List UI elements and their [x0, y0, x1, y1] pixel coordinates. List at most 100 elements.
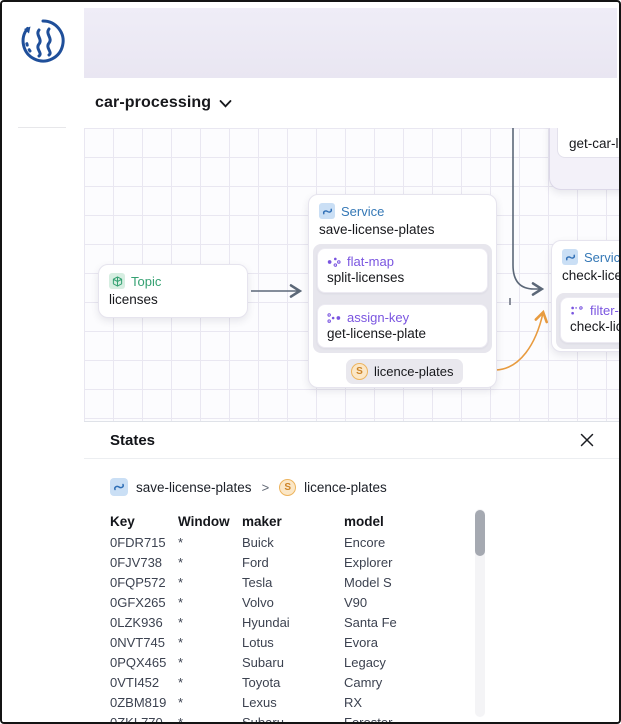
partial-node-name: get-car-lo [569, 136, 619, 151]
states-panel: States save-license-plates > S licence-p… [84, 421, 619, 722]
state-badge-label: licence-plates [374, 364, 454, 379]
edge-top-to-check-service [513, 128, 541, 289]
table-row[interactable]: 0ZKL770*SubaruForester [110, 712, 476, 724]
filter-icon [570, 304, 584, 318]
assign-key-label: assign-key [347, 310, 409, 325]
table-row[interactable]: 0LZK936*HyundaiSanta Fe [110, 612, 476, 632]
pipeline-title[interactable]: car-processing [95, 94, 211, 112]
flat-map-icon [327, 255, 341, 269]
service-node-check-license[interactable]: Service check-licen filter-ma check-lice [551, 240, 619, 352]
filter-label: filter-ma [590, 303, 619, 318]
table-cell: * [178, 715, 242, 724]
table-cell: Camry [344, 675, 476, 690]
table-row[interactable]: 0FJV738*FordExplorer [110, 552, 476, 572]
scrollbar-track[interactable] [475, 509, 485, 717]
table-cell: Hyundai [242, 615, 344, 630]
scrollbar-thumb[interactable] [475, 510, 485, 556]
operation-flat-map[interactable]: flat-map split-licenses [317, 248, 488, 293]
topic-type-label: Topic [131, 274, 161, 289]
table-cell: 0FQP572 [110, 575, 178, 590]
breadcrumb-service[interactable]: save-license-plates [136, 480, 252, 495]
table-cell: 0PQX465 [110, 655, 178, 670]
table-row[interactable]: 0PQX465*SubaruLegacy [110, 652, 476, 672]
table-cell: Tesla [242, 575, 344, 590]
table-cell: Lexus [242, 695, 344, 710]
states-panel-title: States [110, 432, 155, 449]
operations-group: flat-map split-licenses assign-key [313, 244, 492, 353]
pipeline-canvas[interactable]: get-car-lo Topic licenses [84, 128, 619, 421]
table-cell: * [178, 615, 242, 630]
breadcrumb-state[interactable]: licence-plates [304, 480, 387, 495]
service-type-label: Service [341, 204, 384, 219]
table-cell: Toyota [242, 675, 344, 690]
topic-name: licenses [99, 291, 247, 313]
table-cell: Lotus [242, 635, 344, 650]
assign-key-icon [327, 311, 341, 325]
table-cell: 0ZBM819 [110, 695, 178, 710]
state-badge-licence-plates[interactable]: S licence-plates [346, 359, 463, 384]
topic-icon [109, 273, 125, 289]
operation-connector-tick [509, 298, 511, 305]
table-cell: Forester [344, 715, 476, 724]
check-service-type-label: Service [584, 250, 619, 265]
table-cell: 0LZK936 [110, 615, 178, 630]
table-row[interactable]: 0ZBM819*LexusRX [110, 692, 476, 712]
table-cell: * [178, 655, 242, 670]
topic-node-licenses[interactable]: Topic licenses [98, 264, 248, 318]
table-cell: * [178, 595, 242, 610]
pipeline-title-bar: car-processing [84, 78, 619, 128]
quix-logo-icon[interactable] [18, 16, 68, 66]
service-node-save-license-plates[interactable]: Service save-license-plates flat-map spl [308, 194, 497, 388]
service-name: save-license-plates [309, 221, 496, 243]
table-cell: Ford [242, 555, 344, 570]
sidebar [2, 2, 84, 722]
breadcrumb: save-license-plates > S licence-plates [84, 459, 619, 496]
table-cell: Subaru [242, 655, 344, 670]
table-row[interactable]: 0FQP572*TeslaModel S [110, 572, 476, 592]
column-header-maker: maker [242, 514, 344, 529]
table-cell: Evora [344, 635, 476, 650]
table-cell: V90 [344, 595, 476, 610]
table-row[interactable]: 0VTI452*ToyotaCamry [110, 672, 476, 692]
state-s-icon: S [351, 363, 368, 380]
table-cell: Santa Fe [344, 615, 476, 630]
table-cell: Explorer [344, 555, 476, 570]
table-row[interactable]: 0FDR715*BuickEncore [110, 532, 476, 552]
table-cell: * [178, 555, 242, 570]
table-cell: * [178, 675, 242, 690]
table-cell: * [178, 575, 242, 590]
partial-node-card[interactable]: get-car-lo [557, 128, 619, 158]
table-cell: Buick [242, 535, 344, 550]
table-row[interactable]: 0GFX265*VolvoV90 [110, 592, 476, 612]
table-cell: 0FJV738 [110, 555, 178, 570]
chevron-down-icon[interactable] [219, 100, 232, 108]
service-icon [110, 478, 128, 496]
table-cell: * [178, 635, 242, 650]
service-icon [562, 249, 578, 265]
table-cell: Volvo [242, 595, 344, 610]
states-panel-header: States [84, 422, 619, 459]
service-icon [319, 203, 335, 219]
app-window: car-processing get-car-lo [0, 0, 621, 724]
check-service-name: check-licen [552, 267, 619, 289]
assign-key-name: get-license-plate [327, 326, 478, 341]
table-cell: 0FDR715 [110, 535, 178, 550]
table-cell: 0ZKL770 [110, 715, 178, 724]
flat-map-label: flat-map [347, 254, 394, 269]
top-header-bar [84, 8, 617, 78]
sidebar-divider [18, 127, 66, 128]
close-icon[interactable] [579, 432, 595, 448]
operation-assign-key[interactable]: assign-key get-license-plate [317, 304, 488, 348]
edge-state-to-filter [496, 313, 543, 370]
check-operations-group: filter-ma check-lice [556, 293, 619, 349]
table-cell: * [178, 535, 242, 550]
table-cell: Encore [344, 535, 476, 550]
state-s-icon: S [279, 479, 296, 496]
table-cell: Model S [344, 575, 476, 590]
table-cell: Subaru [242, 715, 344, 724]
table-row[interactable]: 0NVT745*LotusEvora [110, 632, 476, 652]
table-cell: Legacy [344, 655, 476, 670]
table-cell: 0GFX265 [110, 595, 178, 610]
operation-filter[interactable]: filter-ma check-lice [560, 297, 619, 343]
filter-name: check-lice [570, 319, 619, 334]
